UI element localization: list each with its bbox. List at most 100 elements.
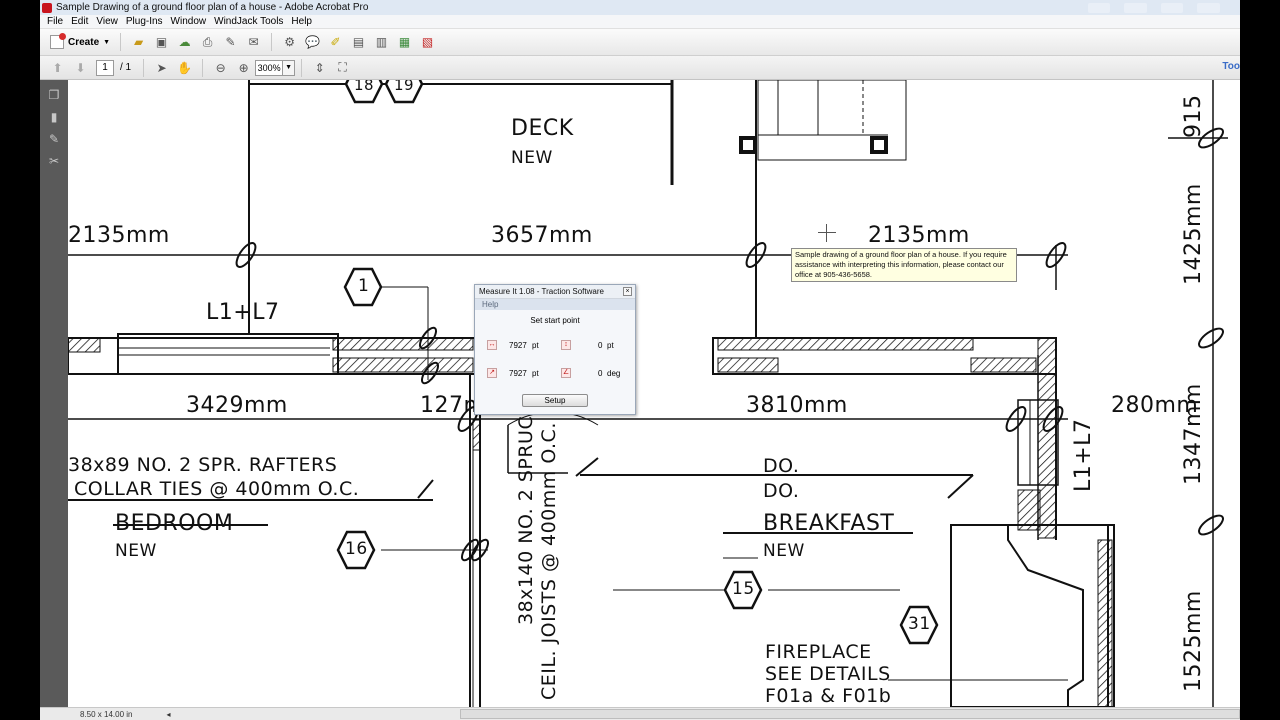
- tool2-icon[interactable]: ▥: [373, 33, 391, 51]
- distance-icon: ↗: [487, 368, 497, 378]
- dimension-3657: 3657mm: [491, 223, 593, 248]
- vertical-distance-icon: ↕: [561, 340, 571, 350]
- dimension-915: 915: [1181, 94, 1206, 139]
- toolbar-separator: [120, 33, 122, 51]
- measure-dialog-titlebar[interactable]: Measure It 1.08 - Traction Software ×: [475, 285, 635, 299]
- toolbar-separator: [301, 58, 303, 77]
- ceiling-joists-note: CEIL. JOISTS @ 400mm O.C.: [538, 422, 560, 700]
- window-title: Sample Drawing of a ground floor plan of…: [56, 2, 369, 13]
- menu-windjack-tools[interactable]: WindJack Tools: [210, 16, 287, 27]
- document-view[interactable]: DECK NEW 2135mm 3657mm 2135mm L1+L7 3429…: [68, 80, 1240, 707]
- tool1-icon[interactable]: ▤: [350, 33, 368, 51]
- menu-help[interactable]: Help: [287, 16, 316, 27]
- document-tooltip: Sample drawing of a ground floor plan of…: [791, 248, 1017, 282]
- menu-edit[interactable]: Edit: [67, 16, 92, 27]
- close-icon[interactable]: ×: [623, 287, 632, 296]
- tag-1: 1: [358, 276, 370, 296]
- menu-window[interactable]: Window: [167, 16, 211, 27]
- bookmarks-icon[interactable]: ▮: [47, 110, 61, 124]
- hand-tool-icon[interactable]: ✋: [176, 59, 194, 77]
- open-icon[interactable]: ▰: [130, 33, 148, 51]
- ditto-label-2: DO.: [763, 480, 800, 502]
- toolbar-separator: [202, 58, 204, 77]
- cloud-icon[interactable]: ☁: [176, 33, 194, 51]
- navigation-toolbar: ⬆ ⬇ 1 / 1 ➤ ✋ ⊖ ⊕ 300% ▼ ⇕ ⛶ Too: [40, 56, 1240, 80]
- zoom-out-icon[interactable]: ⊖: [212, 59, 230, 77]
- lintel-label-right: L1+L7: [1071, 418, 1096, 492]
- acrobat-app-icon: [42, 2, 52, 13]
- next-page-icon[interactable]: ⬇: [72, 59, 90, 77]
- collar-ties-note: COLLAR TIES @ 400mm O.C.: [74, 478, 360, 500]
- email-icon[interactable]: ✉: [245, 33, 263, 51]
- tag-16: 16: [345, 539, 368, 559]
- see-details-label: SEE DETAILS: [765, 663, 891, 685]
- create-pdf-icon: [50, 33, 66, 49]
- menu-bar: File Edit View Plug-Ins Window WindJack …: [40, 15, 1240, 29]
- menu-view[interactable]: View: [92, 16, 122, 27]
- status-arrow-icon[interactable]: ◂: [166, 710, 170, 719]
- setup-button[interactable]: Setup: [522, 394, 588, 407]
- background-tab[interactable]: [1160, 2, 1184, 13]
- background-tab[interactable]: [1124, 2, 1147, 13]
- tool4-icon[interactable]: ▧: [419, 33, 437, 51]
- left-black-bar: [0, 0, 40, 720]
- deck-new-label: NEW: [511, 148, 553, 168]
- menu-plugins[interactable]: Plug-Ins: [122, 16, 167, 27]
- fit-page-icon[interactable]: ⇕: [311, 59, 329, 77]
- right-black-bar: [1240, 0, 1280, 720]
- menu-file[interactable]: File: [43, 16, 67, 27]
- zoom-level-input[interactable]: 300%: [255, 59, 284, 76]
- dimension-1425: 1425mm: [1181, 183, 1206, 285]
- navigation-pane: ❐ ▮ ✎ ✂: [40, 80, 68, 707]
- prev-page-icon[interactable]: ⬆: [49, 59, 67, 77]
- tag-18: 18: [354, 80, 375, 94]
- zoom-dropdown-icon[interactable]: ▼: [283, 59, 296, 76]
- dimension-1347: 1347mm: [1181, 383, 1206, 485]
- detail-ref-label: F01a & F01b: [765, 685, 892, 707]
- joists-note: 38x140 NO. 2 SPRUCE: [515, 403, 537, 625]
- horizontal-scrollbar[interactable]: [460, 709, 1240, 719]
- print-icon[interactable]: ⎙: [199, 33, 217, 51]
- attachments-icon[interactable]: ✂: [47, 154, 61, 168]
- horizontal-distance-icon: ↔: [487, 340, 497, 350]
- fireplace-label: FIREPLACE: [765, 641, 872, 663]
- page-number-input[interactable]: 1: [96, 59, 114, 76]
- measure-dialog-title: Measure It 1.08 - Traction Software: [479, 287, 604, 296]
- dimension-2135-left: 2135mm: [68, 223, 170, 248]
- tool3-icon[interactable]: ▦: [396, 33, 414, 51]
- background-tabs: [1087, 2, 1240, 13]
- dimension-1525: 1525mm: [1181, 590, 1206, 692]
- zoom-in-icon[interactable]: ⊕: [235, 59, 253, 77]
- signature-icon[interactable]: ✎: [47, 132, 61, 146]
- measure-dialog-help-menu[interactable]: Help: [475, 299, 635, 310]
- tag-15: 15: [732, 579, 755, 599]
- lintel-label-left: L1+L7: [206, 300, 280, 325]
- dx-unit: pt: [532, 341, 539, 350]
- dx-value: 7927: [509, 341, 527, 350]
- breakfast-label: BREAKFAST: [763, 511, 895, 536]
- create-label: Create: [68, 36, 100, 48]
- measure-prompt: Set start point: [530, 316, 580, 325]
- create-button[interactable]: Create ▼: [46, 33, 114, 51]
- select-tool-icon[interactable]: ➤: [153, 59, 171, 77]
- crosshair-cursor-icon: [818, 224, 836, 242]
- dimension-2135-right: 2135mm: [868, 223, 970, 248]
- dimension-3810: 3810mm: [746, 393, 848, 418]
- background-tab[interactable]: [1087, 2, 1111, 13]
- comment-icon[interactable]: 💬: [304, 33, 322, 51]
- tools-pane-link[interactable]: Too: [1222, 61, 1240, 72]
- ditto-label-1: DO.: [763, 455, 800, 477]
- tag-31: 31: [908, 614, 931, 634]
- pages-icon[interactable]: ❐: [47, 88, 61, 102]
- settings-icon[interactable]: ⚙: [281, 33, 299, 51]
- background-tab[interactable]: [1197, 2, 1220, 13]
- bedroom-label: BEDROOM: [115, 511, 234, 536]
- angle-unit: deg: [607, 369, 621, 378]
- save-icon[interactable]: ▣: [153, 33, 171, 51]
- distance-unit: pt: [532, 369, 539, 378]
- distance-value: 7927: [509, 369, 527, 378]
- full-screen-icon[interactable]: ⛶: [334, 59, 352, 77]
- stamp-icon[interactable]: ✐: [327, 33, 345, 51]
- measure-dialog-body: Set start point ↔ 7927 pt ↕ 0 pt ↗ 7927 …: [475, 310, 635, 414]
- edit-icon[interactable]: ✎: [222, 33, 240, 51]
